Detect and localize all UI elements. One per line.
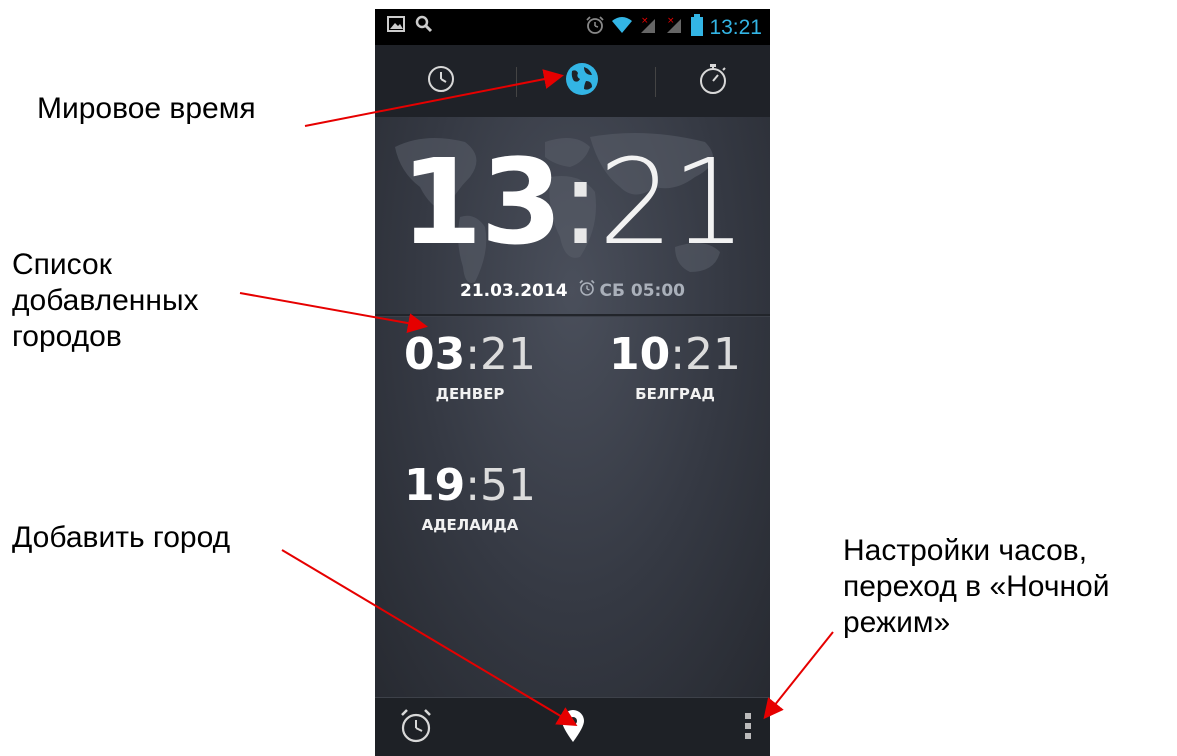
signal-sim1-icon: × — [639, 15, 659, 40]
next-alarm: СБ 05:00 — [578, 279, 685, 302]
main-clock-hours: 13 — [400, 133, 562, 271]
tab-stopwatch[interactable] — [655, 45, 770, 117]
annotation-cities-list: Список добавленных городов — [12, 247, 199, 355]
battery-icon — [691, 14, 704, 41]
svg-text:×: × — [641, 16, 649, 26]
alarm-icon — [398, 707, 434, 750]
svg-text:×: × — [667, 16, 675, 26]
annotation-cities-line-3: городов — [12, 320, 122, 353]
alarms-button[interactable] — [391, 706, 441, 750]
status-bar: × × 13:21 — [375, 9, 770, 45]
current-date: 21.03.2014 — [459, 280, 568, 301]
add-city-button[interactable] — [548, 706, 598, 750]
city-hours: 10 — [608, 329, 671, 380]
annotation-settings: Настройки часов, переход в «Ночной режим… — [843, 533, 1109, 641]
stopwatch-icon — [697, 62, 729, 101]
annotation-world-time: Мировое время — [37, 92, 256, 125]
signal-sim2-icon: × — [665, 15, 685, 40]
city-item[interactable]: 10:21 БЕЛГРАД — [600, 329, 750, 403]
annotation-add-city: Добавить город — [12, 521, 231, 554]
date-row: 21.03.2014 СБ 05:00 — [375, 279, 770, 302]
search-icon — [415, 15, 433, 38]
city-item[interactable]: 03:21 ДЕНВЕР — [395, 329, 545, 403]
city-minutes: 51 — [480, 460, 537, 511]
city-hours: 03 — [403, 329, 466, 380]
tab-world-clock[interactable] — [516, 45, 647, 117]
overflow-menu-icon — [743, 711, 753, 746]
world-clock-main: 13:21 21.03.2014 СБ 05:00 03:21 ДЕНВЕР 1… — [375, 117, 770, 697]
annotation-settings-line-2: переход в «Ночной — [843, 570, 1110, 603]
next-alarm-text: СБ 05:00 — [599, 280, 685, 301]
city-minutes: 21 — [480, 329, 537, 380]
tab-bar — [375, 45, 770, 118]
bottom-action-bar — [375, 697, 770, 756]
arrow-settings — [763, 631, 834, 720]
annotation-cities-line-2: добавленных — [12, 284, 199, 317]
section-divider — [375, 314, 770, 316]
city-name: ДЕНВЕР — [435, 385, 505, 403]
annotation-settings-line-1: Настройки часов, — [843, 534, 1088, 567]
city-name: АДЕЛАИДА — [421, 516, 519, 534]
city-item[interactable]: 19:51 АДЕЛАИДА — [395, 460, 545, 534]
wifi-icon — [611, 16, 633, 39]
city-hours: 19 — [403, 460, 466, 511]
main-clock-minutes: 21 — [598, 133, 746, 271]
clock-icon — [426, 64, 456, 99]
annotation-settings-line-3: режим» — [843, 606, 951, 639]
globe-icon — [564, 61, 600, 102]
settings-menu-button[interactable] — [730, 706, 766, 750]
alarm-small-icon — [578, 279, 596, 302]
status-time: 13:21 — [709, 15, 762, 39]
city-name: БЕЛГРАД — [635, 385, 715, 403]
city-minutes: 21 — [685, 329, 742, 380]
annotation-cities-line-1: Список — [12, 248, 112, 281]
main-clock-separator: : — [560, 133, 601, 271]
alarm-status-icon — [585, 15, 605, 40]
location-pin-icon — [560, 709, 586, 748]
tab-alarm-clock[interactable] — [375, 45, 506, 117]
gallery-icon — [387, 16, 405, 37]
main-clock: 13:21 — [375, 137, 770, 267]
phone-screen: × × 13:21 13:21 21.03.2014 СБ 05:00 03:2… — [375, 9, 770, 756]
